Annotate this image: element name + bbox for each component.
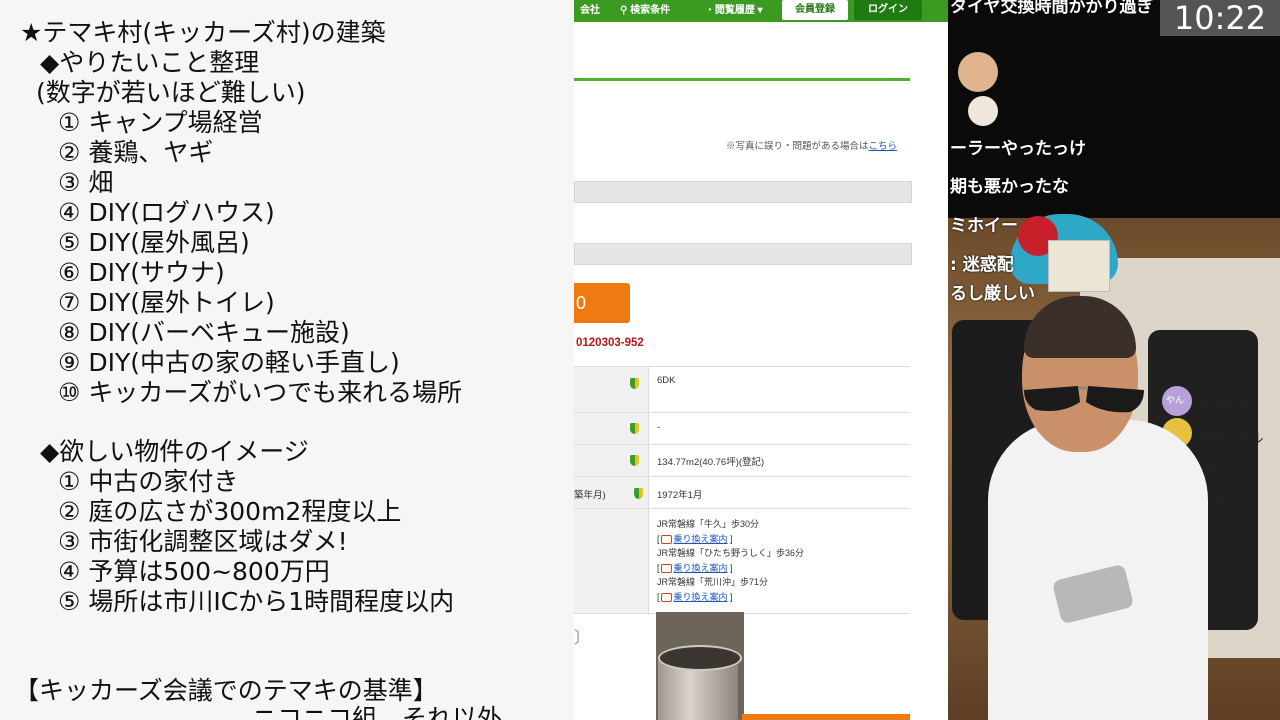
detail-label-cell: [574, 367, 649, 413]
search-icon: ⚲: [620, 5, 628, 16]
verified-icon: [630, 455, 639, 466]
verified-icon: [634, 488, 643, 499]
bus-icon: [660, 534, 672, 544]
stream-clock: 10:22: [1160, 0, 1280, 36]
notes-item: ③ 畑: [58, 168, 114, 197]
notes-item: ⑤ 場所は市川ICから1時間程度以内: [58, 587, 455, 616]
notes-item: ④ DIY(ログハウス): [58, 198, 275, 227]
site-navbar: 会社 ⚲ 検索条件 ◔ 閲覧履歴 ▾ 会員登録 ログイン: [574, 0, 948, 22]
inquiry-button[interactable]: 0: [574, 283, 630, 323]
avatar: [958, 52, 1000, 132]
notes-item: ⑦ DIY(屋外トイレ): [58, 288, 275, 317]
detail-row-layout: 6DK: [574, 366, 910, 413]
notes-item: ⑥ DIY(サウナ): [58, 258, 225, 287]
chat-comment: 期も悪かったな: [950, 177, 1069, 197]
detail-label-cell: [574, 509, 649, 613]
chat-comment: タイヤ交換時間かかり過ぎ: [950, 0, 1154, 17]
photo-report-link[interactable]: こちら: [869, 141, 898, 152]
detail-value: -: [657, 422, 661, 433]
notes-item: ① キャンプ場経営: [58, 108, 263, 137]
notes-item: ① 中古の家付き: [58, 467, 239, 496]
notes-heading-property: ◆欲しい物件のイメージ: [40, 437, 309, 466]
notes-title: ★テマキ村(キッカーズ村)の建築: [20, 18, 386, 47]
viewer-badge: やん: [1166, 396, 1185, 406]
detail-value: 134.77m2(40.76坪)(登記): [657, 457, 765, 468]
nav-search-label: 検索条件: [630, 5, 671, 16]
partial-text: 〕: [574, 628, 591, 647]
chat-comment: : 迷惑配: [950, 255, 1014, 275]
notes-item: ⑨ DIY(中古の家の軽い手直し): [58, 348, 400, 377]
detail-row-access: JR常磐線「牛久」歩30分 [乗り換え案内 ] JR常磐線「ひたち野うしく」歩3…: [574, 508, 910, 614]
gray-row: [574, 181, 912, 203]
shelf-box: [1048, 240, 1110, 292]
chevron-down-icon: ▾: [757, 5, 763, 16]
verified-icon: [630, 423, 639, 434]
register-button[interactable]: 会員登録: [782, 0, 848, 20]
chat-comment: るし厳しい: [950, 284, 1035, 304]
avatar-face: [968, 96, 998, 126]
notes-note: (数字が若いほど難しい): [36, 78, 306, 107]
sunglasses: [1024, 386, 1144, 413]
property-id: 0120303-952: [576, 337, 644, 349]
viewer-name: うえやん: [1196, 397, 1252, 413]
avatar-face: [958, 52, 998, 92]
bus-icon: [660, 592, 672, 602]
notes-item: ⑩ キッカーズがいつでも来れる場所: [58, 378, 463, 407]
nav-history-label: 閲覧履歴: [714, 5, 755, 16]
bus-icon: [660, 563, 672, 573]
notes-item: ③ 市街化調整区域はダメ!: [58, 527, 348, 556]
transfer-link[interactable]: 乗り換え案内: [674, 563, 728, 573]
access-station: JR常磐線「荒川沖」歩71分: [657, 577, 769, 587]
notes-item: ⑤ DIY(屋外風呂): [58, 228, 250, 257]
notes-heading-todo: ◆やりたいこと整理: [40, 48, 260, 77]
detail-value: 1972年1月: [657, 490, 703, 501]
notes-item: ② 養鶏、ヤギ: [58, 138, 214, 167]
notes-item: ⑧ DIY(バーベキュー施設): [58, 318, 350, 347]
viewer-name: ファンブル: [1194, 431, 1264, 447]
notes-panel: ★テマキ村(キッカーズ村)の建築 ◆やりたいこと整理 (数字が若いほど難しい) …: [0, 0, 574, 720]
history-icon: ◔: [706, 5, 713, 16]
chat-comment: ーラーやったっけ: [950, 139, 1086, 159]
notes-item: ② 庭の広さが300m2程度以上: [58, 497, 402, 526]
login-button[interactable]: ログイン: [854, 0, 922, 20]
detail-value: 6DK: [657, 375, 676, 386]
gray-row: [574, 243, 912, 265]
notes-criteria-text: ニコニコ組、それ以外: [252, 704, 503, 720]
detail-row: -: [574, 412, 910, 445]
browser-page: 会社 ⚲ 検索条件 ◔ 閲覧履歴 ▾ 会員登録 ログイン ※写真に誤り・問題があ…: [574, 0, 948, 720]
notes-item: ④ 予算は500~800万円: [58, 557, 330, 586]
stream-panel: 10:22 タイヤ交換時間かかり過ぎ ーラーやったっけ 期も悪かったな ミホイー…: [948, 0, 1280, 720]
photo-note-text: ※写真に誤り・問題がある場合は: [726, 141, 869, 152]
access-station: JR常磐線「牛久」歩30分: [657, 519, 760, 529]
transfer-link[interactable]: 乗り換え案内: [674, 534, 728, 544]
tumbler-lid: [658, 645, 742, 671]
verified-icon: [630, 378, 639, 389]
photo-report-note: ※写真に誤り・問題がある場合はこちら: [726, 138, 897, 152]
chat-comment: ミホイー: [950, 216, 1018, 236]
access-station: JR常磐線「ひたち野うしく」歩36分: [657, 548, 805, 558]
detail-row-area: 134.77m2(40.76坪)(登記): [574, 444, 910, 477]
detail-label: 築年月): [574, 490, 606, 501]
section-divider: [574, 78, 910, 81]
transfer-link[interactable]: 乗り換え案内: [674, 592, 728, 602]
nav-history-link[interactable]: ◔ 閲覧履歴 ▾: [706, 4, 763, 18]
orange-strip: [742, 714, 910, 720]
nav-company-link[interactable]: 会社: [580, 4, 600, 18]
nav-search-link[interactable]: ⚲ 検索条件: [620, 4, 670, 18]
access-item: JR常磐線「牛久」歩30分 [乗り換え案内 ] JR常磐線「ひたち野うしく」歩3…: [657, 519, 805, 602]
notes-heading-criteria: 【キッカーズ会議でのテマキの基準】: [14, 676, 438, 705]
detail-row-built: 築年月) 1972年1月: [574, 476, 910, 509]
